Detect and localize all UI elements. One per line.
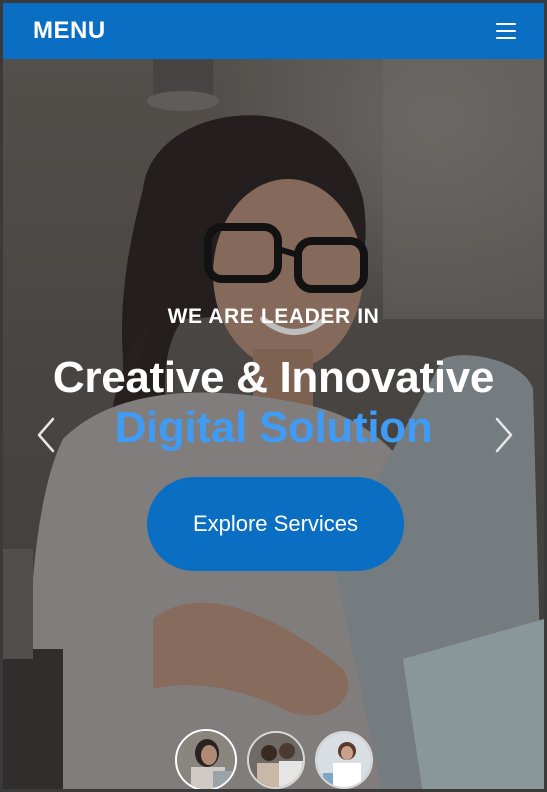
hero-eyebrow: WE ARE LEADER IN [167, 305, 380, 328]
navbar: MENU [3, 3, 544, 59]
menu-brand-label[interactable]: MENU [33, 17, 106, 45]
hamburger-menu-icon[interactable] [496, 23, 516, 39]
explore-services-button[interactable]: Explore Services [147, 477, 404, 571]
slide-1-thumbnail[interactable] [174, 729, 237, 789]
chevron-left-icon[interactable] [33, 415, 59, 455]
carousel-thumbnails [3, 729, 544, 789]
hero-headline-line2: Digital Solution [114, 403, 433, 452]
chevron-right-icon[interactable] [491, 415, 517, 455]
slide-3-thumbnail[interactable] [314, 731, 373, 789]
hero-headline-line1: Creative & Innovative [52, 353, 495, 402]
hero-carousel: WE ARE LEADER IN Creative & Innovative D… [3, 59, 544, 789]
browser-viewport: MENU WE ARE LEADER IN Creative & Innovat… [0, 0, 547, 792]
slide-2-thumbnail[interactable] [246, 731, 305, 789]
hero-content: WE ARE LEADER IN Creative & Innovative D… [3, 59, 544, 789]
